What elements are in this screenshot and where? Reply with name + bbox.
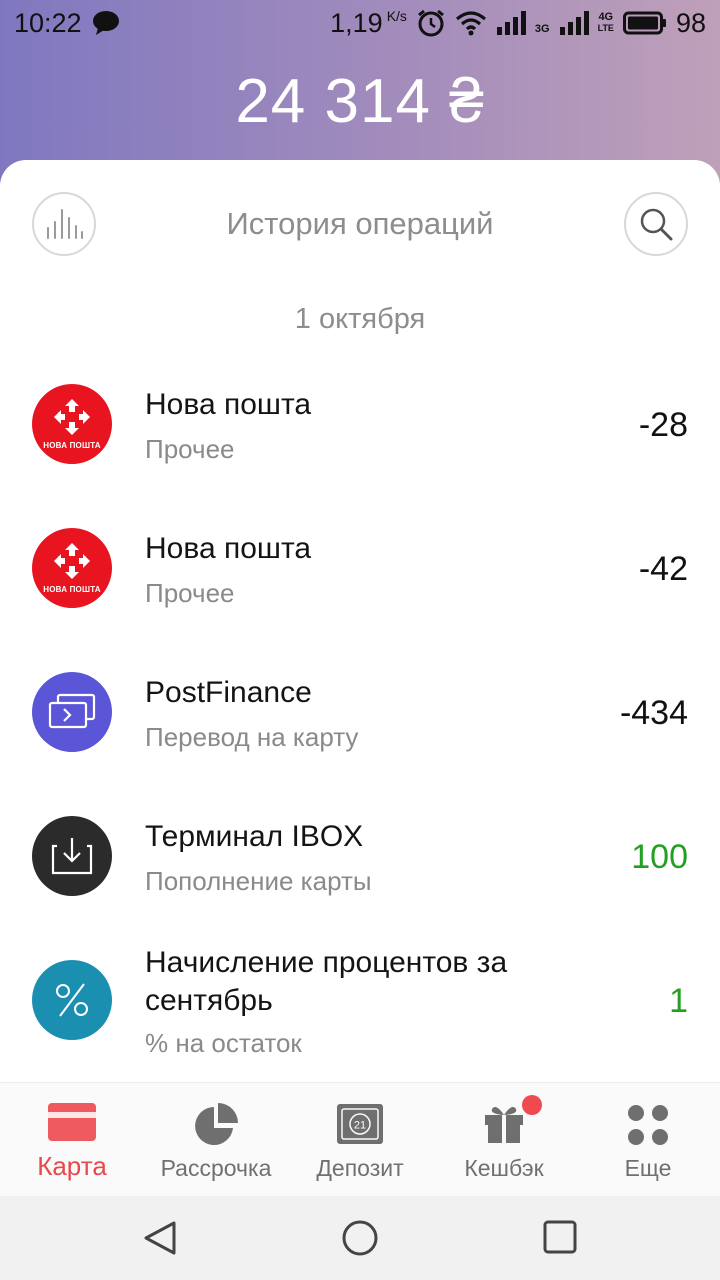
transaction-name: Нова пошта xyxy=(145,532,312,565)
card-icon xyxy=(48,1103,96,1141)
battery-icon xyxy=(622,11,666,35)
tab-deposit[interactable]: 21 Депозит xyxy=(288,1083,432,1197)
signal-icon xyxy=(496,11,526,35)
network-3g-label: 3G xyxy=(534,22,550,35)
wifi-icon xyxy=(455,11,486,36)
transaction-category: Пополнение карты xyxy=(145,866,372,896)
transaction-row[interactable]: Начисление процентов за сентябрь % на ос… xyxy=(0,940,720,1082)
net-speed: 1,19 K/s xyxy=(330,7,407,38)
transaction-category: Прочее xyxy=(145,578,235,608)
transaction-amount: -28 xyxy=(638,406,688,444)
status-bar: 10:22 1,19 K/s 3G 4G LTE 98 xyxy=(0,0,720,46)
card-transfer-icon xyxy=(32,672,112,752)
percent-icon xyxy=(32,960,112,1040)
tab-label: Еще xyxy=(624,1155,672,1181)
pie-chart-icon xyxy=(195,1103,238,1145)
transaction-amount: -434 xyxy=(619,694,688,732)
nova-poshta-logo: НОВА ПОШТА xyxy=(32,528,112,608)
transaction-amount: 100 xyxy=(631,838,688,876)
bottom-tab-bar: Карта Рассрочка 21 Депозит Кешбэк Еще xyxy=(0,1082,720,1196)
transaction-name: PostFinance xyxy=(145,676,312,709)
transaction-name: Начисление процентов за сентябрь xyxy=(145,946,508,1017)
top-up-icon xyxy=(32,816,112,896)
back-icon[interactable] xyxy=(142,1220,178,1256)
deposit-badge-text: 21 xyxy=(354,1120,366,1132)
tab-label: Кешбэк xyxy=(464,1155,544,1181)
search-button[interactable] xyxy=(624,192,688,256)
transaction-row[interactable]: НОВА ПОШТА Нова пошта Прочее -28 xyxy=(0,364,720,504)
transaction-category: Перевод на карту xyxy=(145,722,359,752)
signal-3g-icon xyxy=(559,11,589,35)
recents-icon[interactable] xyxy=(543,1220,577,1254)
home-icon[interactable] xyxy=(341,1219,379,1257)
transaction-amount: -42 xyxy=(638,550,688,588)
tab-card[interactable]: Карта xyxy=(0,1083,144,1197)
page-title: История операций xyxy=(226,206,494,241)
search-icon xyxy=(640,208,673,241)
nova-poshta-logo: НОВА ПОШТА xyxy=(32,384,112,464)
history-sheet: История операций 1 октября НОВА ПОШТА Но… xyxy=(0,160,720,1082)
tab-installment[interactable]: Рассрочка xyxy=(144,1083,288,1197)
transaction-category: Прочее xyxy=(145,434,235,464)
transaction-category: % на остаток xyxy=(145,1028,302,1058)
transaction-row[interactable]: Терминал IBOX Пополнение карты 100 xyxy=(0,796,720,936)
battery-level: 98 xyxy=(675,7,706,38)
system-nav-bar xyxy=(0,1196,720,1280)
notification-dot xyxy=(522,1095,542,1115)
balance: 24 314 ₴ xyxy=(235,67,485,136)
tab-cashback[interactable]: Кешбэк xyxy=(432,1083,576,1197)
transaction-name: Терминал IBOX xyxy=(145,820,364,853)
tab-label: Рассрочка xyxy=(160,1155,272,1181)
deposit-icon: 21 xyxy=(337,1104,383,1144)
signal-4g-icon: 4G LTE xyxy=(597,11,614,34)
transaction-name: Нова пошта xyxy=(145,388,312,421)
status-time: 10:22 xyxy=(14,7,82,38)
alarm-icon xyxy=(417,9,444,37)
transaction-row[interactable]: НОВА ПОШТА Нова пошта Прочее -42 xyxy=(0,508,720,648)
more-icon xyxy=(628,1105,668,1145)
transaction-row[interactable]: PostFinance Перевод на карту -434 xyxy=(0,652,720,792)
tab-more[interactable]: Еще xyxy=(576,1083,720,1197)
transaction-amount: 1 xyxy=(669,982,688,1020)
gift-icon xyxy=(485,1107,523,1143)
date-header: 1 октября xyxy=(294,303,426,335)
tab-label: Карта xyxy=(37,1151,107,1181)
message-icon xyxy=(92,11,119,35)
tab-label: Депозит xyxy=(316,1155,404,1181)
